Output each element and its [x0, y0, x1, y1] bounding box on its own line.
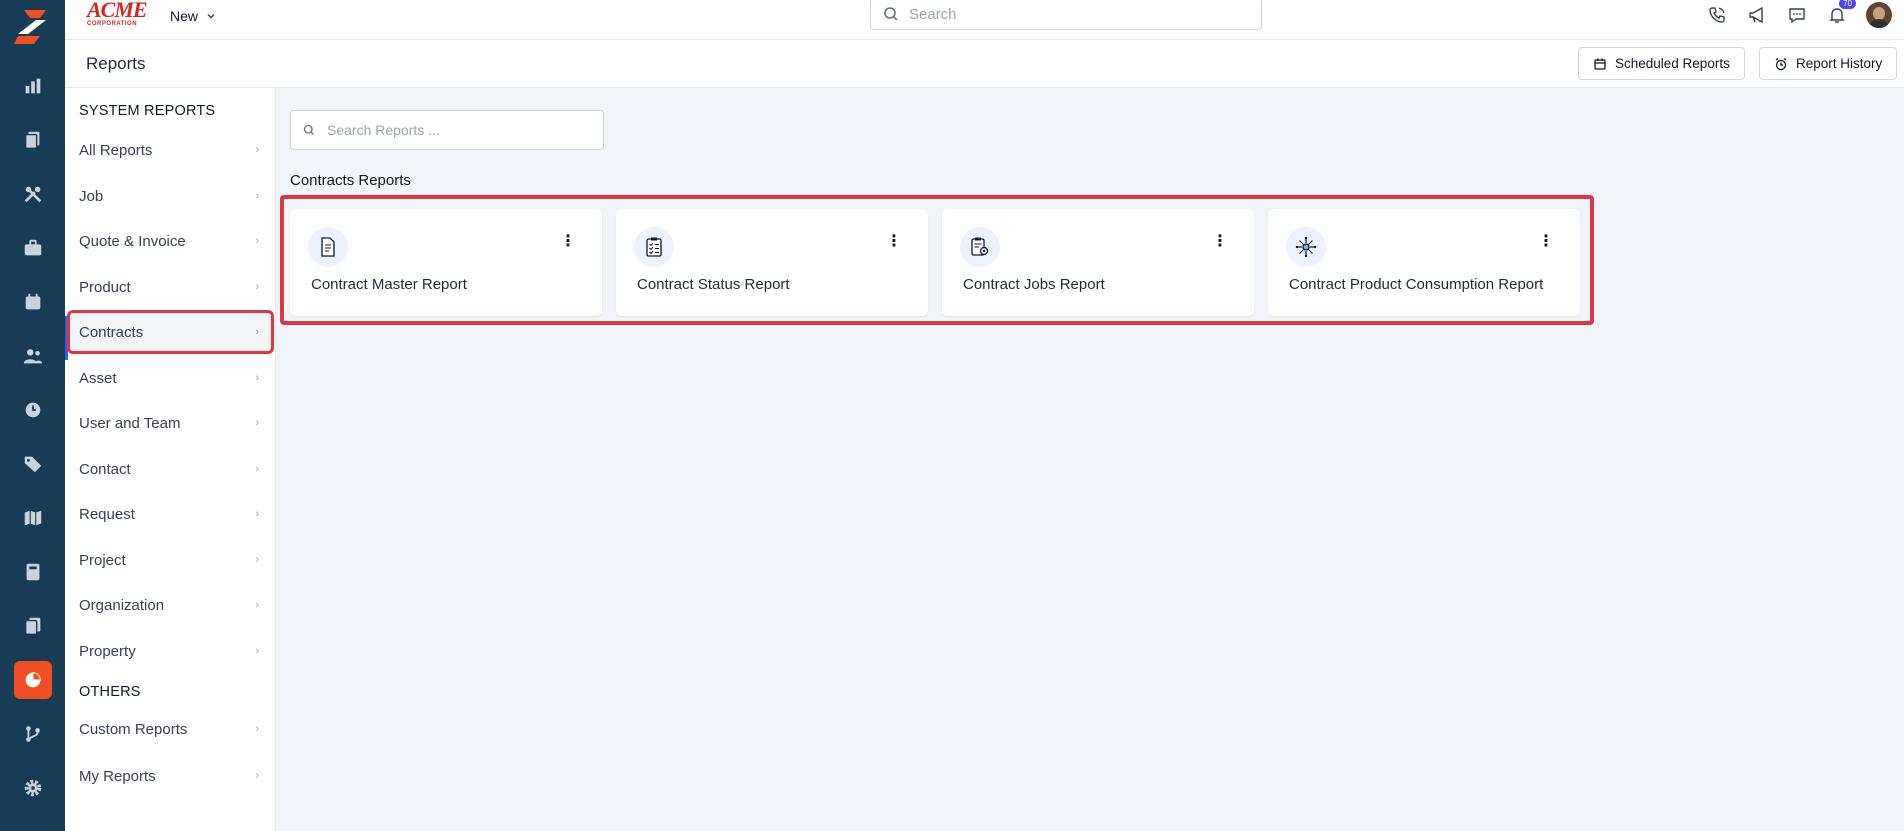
map-icon[interactable] — [0, 500, 65, 536]
briefcase-icon[interactable] — [0, 230, 65, 266]
reports-content: Contracts Reports ⋮ Contract Master Repo… — [276, 88, 1904, 831]
chevron-right-icon: › — [255, 235, 259, 247]
sidebar-item-custom-reports[interactable]: Custom Reports › — [70, 710, 271, 748]
bell-icon[interactable]: 70 — [1826, 0, 1856, 26]
active-indicator — [65, 316, 68, 360]
settings-icon[interactable] — [0, 770, 65, 806]
report-history-button[interactable]: Report History — [1759, 47, 1898, 80]
others-heading: OTHERS — [79, 684, 141, 700]
clipboard-gear-icon — [960, 227, 1000, 267]
user-avatar[interactable] — [1866, 2, 1892, 28]
page-title: Reports — [86, 54, 146, 73]
search-icon — [884, 7, 898, 21]
chevron-right-icon: › — [255, 645, 259, 657]
sidebar-item-product[interactable]: Product › — [70, 268, 271, 306]
global-search-input[interactable] — [909, 5, 1229, 23]
reports-icon[interactable] — [0, 661, 65, 699]
app-logo-icon[interactable] — [10, 6, 54, 46]
page-header: Reports Scheduled Reports Report History — [65, 40, 1904, 88]
report-card-contract-master[interactable]: ⋮ Contract Master Report — [290, 209, 602, 316]
notification-badge: 70 — [1839, 0, 1856, 9]
megaphone-icon[interactable] — [1746, 4, 1768, 26]
phone-icon[interactable] — [1706, 4, 1728, 26]
top-bar: ACME CORPORATION New 70 — [65, 0, 1904, 40]
sidebar-item-organization[interactable]: Organization › — [70, 586, 271, 624]
checklist-icon — [634, 227, 674, 267]
chevron-right-icon: › — [255, 326, 259, 338]
card-menu-icon[interactable]: ⋮ — [560, 234, 576, 250]
calendar-icon — [1594, 58, 1606, 70]
card-menu-icon[interactable]: ⋮ — [1212, 234, 1228, 250]
reports-search[interactable] — [290, 110, 604, 150]
sidebar-item-user-and-team[interactable]: User and Team › — [70, 404, 271, 442]
sidebar-item-all-reports[interactable]: All Reports › — [70, 131, 271, 169]
report-card-contract-jobs[interactable]: ⋮ Contract Jobs Report — [942, 209, 1254, 316]
sidebar-item-my-reports[interactable]: My Reports › — [70, 757, 271, 795]
new-button-label: New — [170, 8, 199, 24]
group-title: Contracts Reports — [290, 172, 411, 189]
documents-icon[interactable] — [0, 608, 65, 644]
sidebar-item-quote-invoice[interactable]: Quote & Invoice › — [70, 222, 271, 260]
chevron-right-icon: › — [255, 190, 259, 202]
network-icon — [1286, 227, 1326, 267]
sidebar-item-property[interactable]: Property › — [70, 632, 271, 670]
scheduled-reports-button[interactable]: Scheduled Reports — [1578, 47, 1745, 80]
new-button[interactable]: New — [170, 6, 216, 26]
sidebar-item-contracts[interactable]: Contracts › — [67, 310, 274, 354]
chevron-right-icon: › — [255, 770, 259, 782]
calendar-icon[interactable] — [0, 284, 65, 320]
chevron-down-icon — [207, 14, 215, 19]
system-reports-heading: SYSTEM REPORTS — [79, 103, 216, 119]
report-categories-sidebar: SYSTEM REPORTS All Reports › Job › Quote &… — [65, 88, 276, 831]
card-label: Contract Master Report — [311, 276, 467, 293]
quotes-icon[interactable] — [0, 122, 65, 158]
scheduled-reports-label: Scheduled Reports — [1615, 56, 1730, 71]
tag-icon[interactable] — [0, 446, 65, 482]
search-icon — [303, 124, 314, 135]
sidebar-item-request[interactable]: Request › — [70, 495, 271, 533]
clock-icon[interactable] — [0, 392, 65, 428]
card-menu-icon[interactable]: ⋮ — [1538, 234, 1554, 250]
chevron-right-icon: › — [255, 372, 259, 384]
dashboard-icon[interactable] — [0, 68, 65, 104]
report-cards-group: ⋮ Contract Master Report ⋮ Contract Stat… — [280, 195, 1594, 325]
company-logo[interactable]: ACME CORPORATION — [87, 0, 151, 28]
workflow-icon[interactable] — [0, 716, 65, 752]
calculator-icon[interactable] — [0, 554, 65, 590]
report-card-contract-product-consumption[interactable]: ⋮ Contract Product Consumption Report — [1268, 209, 1580, 316]
global-search[interactable] — [870, 0, 1262, 30]
chevron-right-icon: › — [255, 723, 259, 735]
chat-icon[interactable] — [1786, 4, 1808, 26]
app-rail — [0, 0, 65, 831]
chevron-right-icon: › — [255, 463, 259, 475]
sidebar-item-contact[interactable]: Contact › — [70, 450, 271, 488]
chevron-right-icon: › — [255, 554, 259, 566]
chevron-right-icon: › — [255, 508, 259, 520]
card-label: Contract Product Consumption Report — [1289, 276, 1544, 293]
chevron-right-icon: › — [255, 417, 259, 429]
card-label: Contract Status Report — [637, 276, 790, 293]
reports-search-input[interactable] — [327, 122, 587, 138]
chevron-right-icon: › — [255, 599, 259, 611]
report-card-contract-status[interactable]: ⋮ Contract Status Report — [616, 209, 928, 316]
sidebar-item-asset[interactable]: Asset › — [70, 359, 271, 397]
alarm-clock-icon — [1775, 57, 1787, 70]
card-label: Contract Jobs Report — [963, 276, 1105, 293]
chevron-right-icon: › — [255, 144, 259, 156]
tools-icon[interactable] — [0, 176, 65, 212]
report-history-label: Report History — [1796, 56, 1883, 71]
sidebar-item-job[interactable]: Job › — [70, 177, 271, 215]
document-icon — [308, 227, 348, 267]
chevron-right-icon: › — [255, 281, 259, 293]
sidebar-item-project[interactable]: Project › — [70, 541, 271, 579]
users-icon[interactable] — [0, 338, 65, 374]
card-menu-icon[interactable]: ⋮ — [886, 234, 902, 250]
